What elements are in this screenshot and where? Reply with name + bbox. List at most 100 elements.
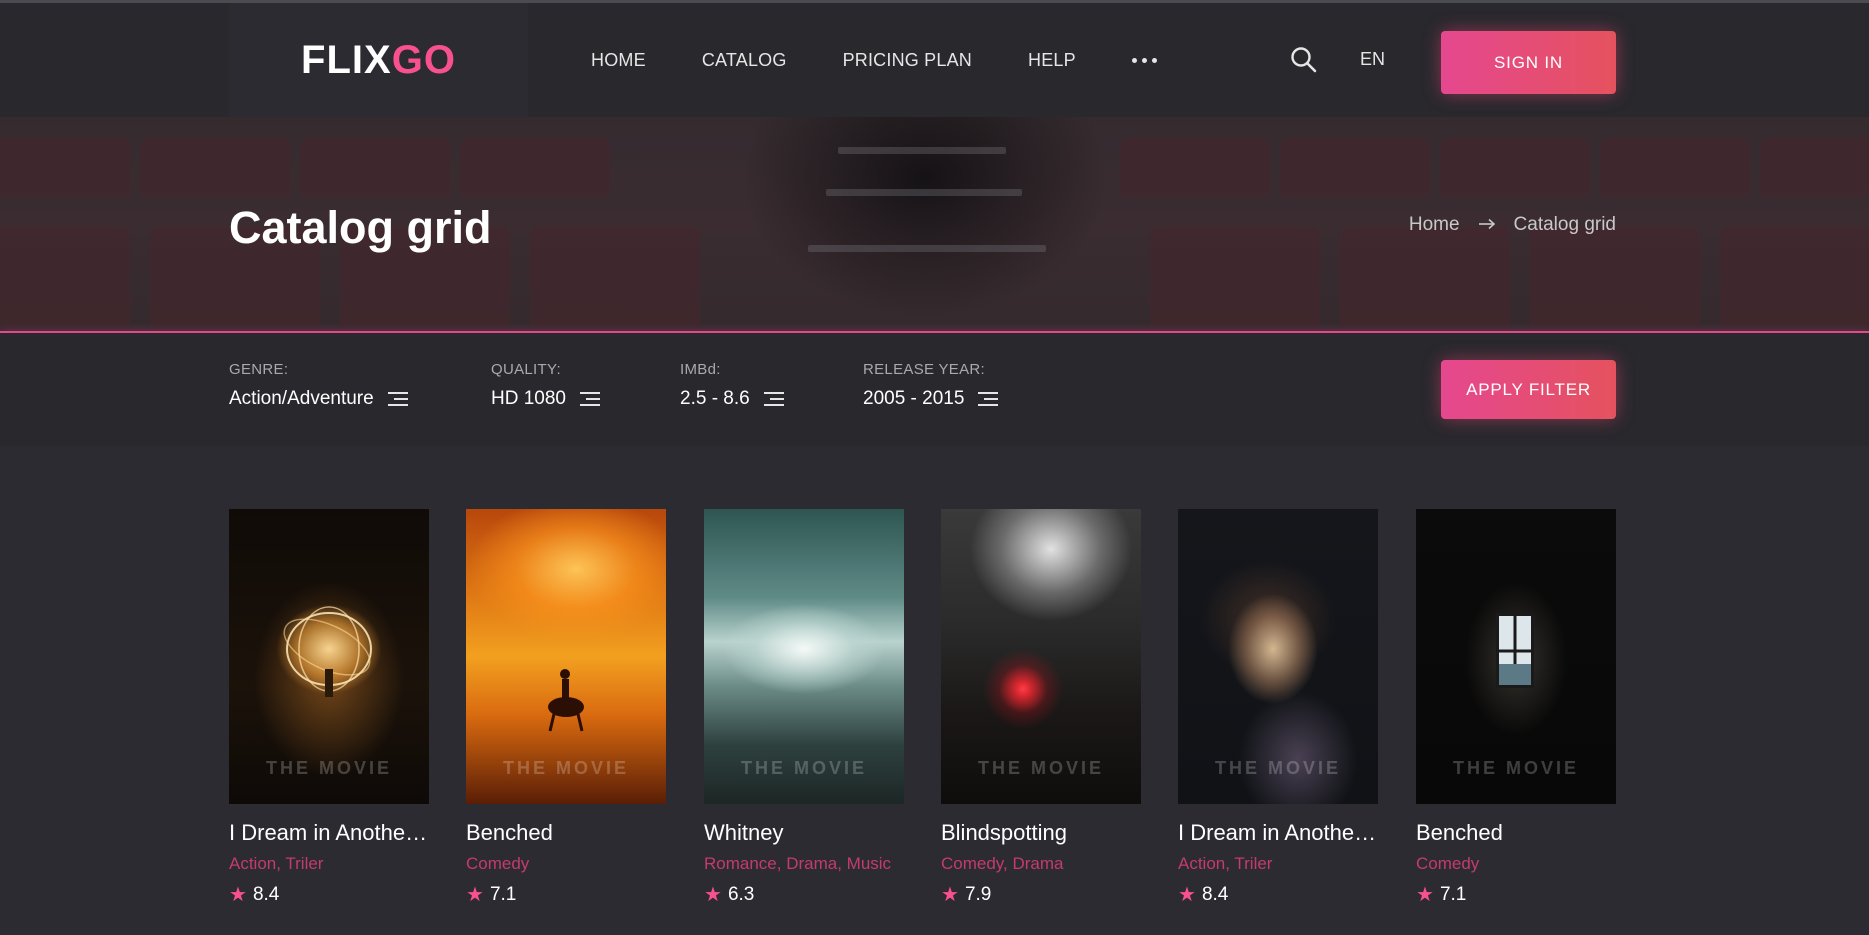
nav-home[interactable]: HOME — [591, 50, 646, 71]
main-nav: HOME CATALOG PRICING PLAN HELP — [591, 3, 1157, 117]
logo-part-flix: FLIX — [301, 37, 392, 82]
filter-bar: GENRE: Action/Adventure QUALITY: HD 1080… — [0, 333, 1869, 446]
seat-bg — [1760, 137, 1869, 197]
filter-quality-value: HD 1080 — [491, 388, 566, 409]
movie-genres[interactable]: Action, Triler — [229, 854, 429, 874]
logo-part-go: GO — [391, 37, 456, 82]
movie-rating-value: 8.4 — [252, 883, 280, 905]
movie-genres[interactable]: Action, Triler — [1178, 854, 1378, 874]
apply-filter-button[interactable]: APPLY FILTER — [1441, 360, 1616, 419]
page-hero: Catalog grid Home Catalog grid — [0, 117, 1869, 332]
movie-genres[interactable]: Comedy — [466, 854, 666, 874]
page-title: Catalog grid — [229, 202, 492, 253]
seat-bg — [0, 137, 130, 197]
movie-card: THE MOVIE Whitney Romance, Drama, Music … — [704, 509, 904, 907]
movie-card: THE MOVIE I Dream in Another Language Ac… — [1178, 509, 1378, 907]
sort-lines-icon — [763, 392, 784, 406]
movie-rating-value: 7.1 — [489, 883, 517, 905]
filter-year: RELEASE YEAR: 2005 - 2015 — [863, 361, 999, 410]
seat-bg — [140, 137, 290, 197]
movie-poster[interactable]: THE MOVIE — [466, 509, 666, 804]
seat-bg — [460, 137, 610, 197]
seat-bg — [1120, 137, 1270, 197]
movie-rating-value: 6.3 — [727, 883, 755, 905]
movie-rating: ★ 6.3 — [704, 882, 904, 907]
movie-card: THE MOVIE Benched Comedy ★ 7.1 — [1416, 509, 1616, 907]
movie-poster[interactable]: THE MOVIE — [1416, 509, 1616, 804]
filter-quality-label: QUALITY: — [491, 361, 561, 378]
movie-title[interactable]: Benched — [1416, 820, 1616, 846]
seat-bg — [1530, 227, 1700, 327]
movie-title[interactable]: Blindspotting — [941, 820, 1141, 846]
breadcrumb-current: Catalog grid — [1513, 214, 1616, 235]
star-icon: ★ — [704, 884, 722, 906]
language-selector[interactable]: EN — [1360, 49, 1385, 70]
nav-help[interactable]: HELP — [1028, 50, 1076, 71]
seat-bg — [1340, 227, 1510, 327]
seat-bg — [300, 137, 450, 197]
star-icon: ★ — [941, 884, 959, 906]
movie-genres[interactable]: Comedy, Drama — [941, 854, 1141, 874]
movie-rating-value: 7.1 — [1439, 883, 1467, 905]
movie-card: THE MOVIE I Dream in Another Language Ac… — [229, 509, 429, 907]
filter-year-select[interactable]: 2005 - 2015 — [863, 388, 999, 410]
seat-bg — [1720, 227, 1869, 327]
poster-watermark: THE MOVIE — [1452, 758, 1579, 778]
filter-quality-select[interactable]: HD 1080 — [491, 388, 600, 410]
seat-bg — [1440, 137, 1590, 197]
movie-poster[interactable]: THE MOVIE — [704, 509, 904, 804]
stair-bg — [808, 245, 1046, 252]
star-icon: ★ — [1178, 884, 1196, 906]
logo-container[interactable]: FLIXGO — [229, 3, 528, 117]
movie-card: THE MOVIE Blindspotting Comedy, Drama ★ 7… — [941, 509, 1141, 907]
more-dots-icon[interactable] — [1131, 50, 1157, 70]
sort-lines-icon — [580, 392, 600, 406]
star-icon: ★ — [229, 884, 247, 906]
logo[interactable]: FLIXGO — [301, 38, 456, 83]
nav-catalog[interactable]: CATALOG — [702, 50, 787, 71]
filter-imbd-select[interactable]: 2.5 - 8.6 — [680, 388, 784, 410]
arrow-right-icon — [1478, 214, 1496, 236]
movie-rating-value: 7.9 — [964, 883, 992, 905]
movie-genres[interactable]: Romance, Drama, Music — [704, 854, 904, 874]
filter-genre: GENRE: Action/Adventure — [229, 361, 408, 410]
poster-watermark: THE MOVIE — [977, 758, 1104, 778]
movie-title[interactable]: I Dream in Another Language — [1178, 820, 1378, 846]
movie-rating: ★ 7.1 — [1416, 882, 1616, 907]
poster-watermark: THE MOVIE — [502, 758, 629, 778]
filter-quality: QUALITY: HD 1080 — [491, 361, 600, 410]
movie-genres[interactable]: Comedy — [1416, 854, 1616, 874]
stair-bg — [838, 147, 1006, 154]
filter-imbd-value: 2.5 - 8.6 — [680, 388, 750, 409]
movie-poster[interactable]: THE MOVIE — [941, 509, 1141, 804]
nav-pricing-plan[interactable]: PRICING PLAN — [843, 50, 972, 71]
stair-bg — [826, 189, 1022, 196]
filter-genre-select[interactable]: Action/Adventure — [229, 388, 408, 410]
sort-lines-icon — [387, 392, 408, 406]
movie-title[interactable]: Benched — [466, 820, 666, 846]
search-icon[interactable] — [1290, 45, 1318, 75]
movie-poster[interactable]: THE MOVIE — [229, 509, 429, 804]
movie-rating: ★ 7.1 — [466, 882, 666, 907]
breadcrumb-home[interactable]: Home — [1409, 214, 1460, 236]
movie-title[interactable]: Whitney — [704, 820, 904, 846]
breadcrumb: Home Catalog grid — [1409, 214, 1616, 236]
filter-year-label: RELEASE YEAR: — [863, 361, 986, 378]
filter-imbd: IMBd: 2.5 - 8.6 — [680, 361, 784, 410]
sort-lines-icon — [978, 392, 999, 406]
seat-bg — [530, 227, 700, 327]
movie-title[interactable]: I Dream in Another Language — [229, 820, 429, 846]
seat-bg — [1150, 227, 1320, 327]
seat-bg — [1600, 137, 1750, 197]
filter-year-value: 2005 - 2015 — [863, 388, 965, 409]
sign-in-button[interactable]: SIGN IN — [1441, 31, 1616, 94]
seat-bg — [1280, 137, 1430, 197]
movie-poster[interactable]: THE MOVIE — [1178, 509, 1378, 804]
poster-watermark: THE MOVIE — [1214, 758, 1341, 778]
seat-bg — [0, 227, 130, 327]
movie-rating: ★ 8.4 — [229, 882, 429, 907]
filter-genre-label: GENRE: — [229, 361, 289, 378]
movie-rating-value: 8.4 — [1201, 883, 1229, 905]
filter-imbd-label: IMBd: — [680, 361, 721, 378]
movie-rating: ★ 7.9 — [941, 882, 1141, 907]
